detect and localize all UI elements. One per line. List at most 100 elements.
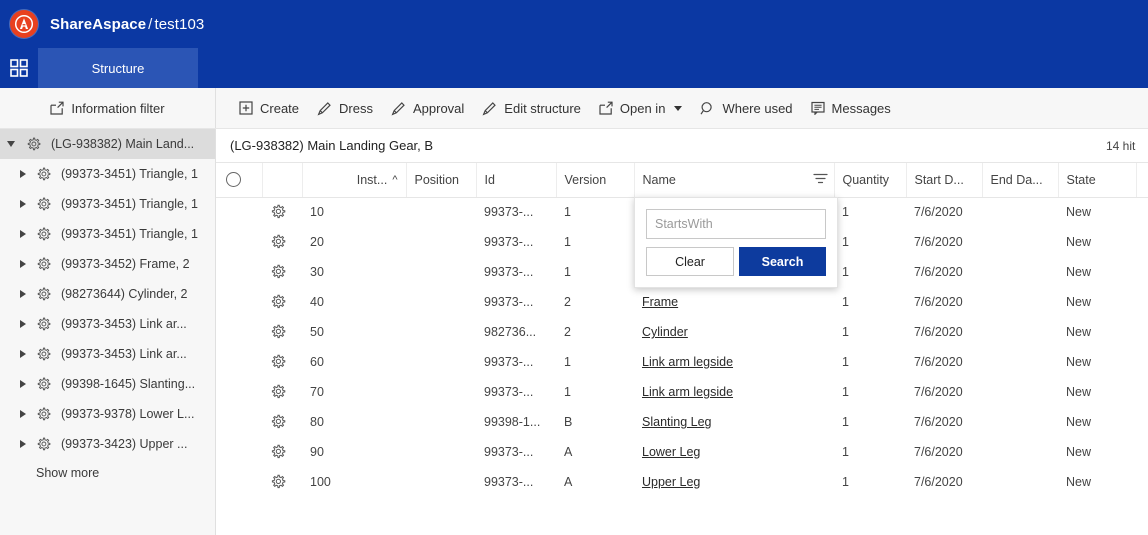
tree-node-item[interactable]: (98273644) Cylinder, 2 (0, 279, 215, 309)
tree-node-item[interactable]: (99373-3451) Triangle, 1 (0, 159, 215, 189)
row-select-cell[interactable] (216, 347, 262, 377)
chevron-right-icon[interactable] (14, 290, 32, 298)
row-gear-cell[interactable] (262, 317, 302, 347)
name-link[interactable]: Cylinder (642, 325, 688, 339)
cell-name[interactable]: Link arm legside (634, 347, 834, 377)
gear-icon[interactable] (270, 414, 294, 430)
row-gear-cell[interactable] (262, 227, 302, 257)
cell-name[interactable]: Slanting Leg (634, 407, 834, 437)
chevron-down-icon[interactable] (0, 141, 22, 147)
row-gear-cell[interactable] (262, 377, 302, 407)
tree-node-root[interactable]: (LG-938382) Main Land... (0, 129, 215, 159)
column-header-name[interactable]: Name (634, 163, 834, 197)
table-row[interactable]: 80 99398-1... B Slanting Leg 1 7/6/2020 … (216, 407, 1148, 437)
row-select-cell[interactable] (216, 317, 262, 347)
name-link[interactable]: Slanting Leg (642, 415, 712, 429)
clear-button[interactable]: Clear (646, 247, 734, 276)
app-grid-icon[interactable] (0, 48, 38, 88)
tree-node-item[interactable]: (99373-3451) Triangle, 1 (0, 189, 215, 219)
select-circle-icon[interactable] (226, 172, 241, 187)
column-header-select[interactable] (216, 163, 262, 197)
cell-name[interactable]: Upper Leg (634, 467, 834, 497)
chevron-right-icon[interactable] (14, 260, 32, 268)
table-row[interactable]: 40 99373-... 2 Frame 1 7/6/2020 New (216, 287, 1148, 317)
row-gear-cell[interactable] (262, 257, 302, 287)
tree-node-item[interactable]: (99373-3452) Frame, 2 (0, 249, 215, 279)
gear-icon[interactable] (270, 384, 294, 400)
column-header-end-date[interactable]: End Da... (982, 163, 1058, 197)
name-link[interactable]: Link arm legside (642, 385, 733, 399)
approval-button[interactable]: Approval (382, 97, 473, 120)
name-link[interactable]: Upper Leg (642, 475, 700, 489)
table-row[interactable]: 90 99373-... A Lower Leg 1 7/6/2020 New (216, 437, 1148, 467)
gear-icon[interactable] (270, 294, 294, 310)
chevron-right-icon[interactable] (14, 200, 32, 208)
column-header-quantity[interactable]: Quantity (834, 163, 906, 197)
column-header-start-date[interactable]: Start D... (906, 163, 982, 197)
column-header-id[interactable]: Id (476, 163, 556, 197)
chevron-right-icon[interactable] (14, 170, 32, 178)
cell-name[interactable]: Cylinder (634, 317, 834, 347)
dress-button[interactable]: Dress (308, 97, 382, 120)
table-row[interactable]: 50 982736... 2 Cylinder 1 7/6/2020 New (216, 317, 1148, 347)
column-header-version[interactable]: Version (556, 163, 634, 197)
create-button[interactable]: Create (230, 97, 308, 120)
dress-label: Dress (339, 101, 373, 116)
cell-name[interactable]: Link arm legside (634, 377, 834, 407)
tree-node-item[interactable]: (99373-3453) Link ar... (0, 309, 215, 339)
tab-structure[interactable]: Structure (38, 48, 198, 88)
edit-structure-button[interactable]: Edit structure (473, 97, 590, 120)
name-link[interactable]: Frame (642, 295, 678, 309)
where-used-button[interactable]: Where used (691, 97, 801, 120)
messages-button[interactable]: Messages (802, 97, 900, 120)
row-select-cell[interactable] (216, 437, 262, 467)
tree-node-item[interactable]: (99373-9378) Lower L... (0, 399, 215, 429)
row-gear-cell[interactable] (262, 467, 302, 497)
row-gear-cell[interactable] (262, 347, 302, 377)
column-header-state[interactable]: State (1058, 163, 1136, 197)
gear-icon[interactable] (270, 264, 294, 280)
tree-node-item[interactable]: (99373-3453) Link ar... (0, 339, 215, 369)
row-select-cell[interactable] (216, 377, 262, 407)
chevron-right-icon[interactable] (14, 320, 32, 328)
filter-icon[interactable] (813, 172, 828, 187)
tree-node-item[interactable]: (99373-3423) Upper ... (0, 429, 215, 459)
row-select-cell[interactable] (216, 287, 262, 317)
open-in-button[interactable]: Open in (590, 97, 692, 120)
name-link[interactable]: Link arm legside (642, 355, 733, 369)
row-select-cell[interactable] (216, 467, 262, 497)
information-filter-button[interactable]: Information filter (41, 97, 173, 120)
gear-icon[interactable] (270, 354, 294, 370)
column-header-position[interactable]: Position (406, 163, 476, 197)
cell-name[interactable]: Lower Leg (634, 437, 834, 467)
filter-search-input[interactable] (646, 209, 826, 239)
gear-icon[interactable] (270, 444, 294, 460)
search-button[interactable]: Search (739, 247, 826, 276)
tree-node-item[interactable]: (99373-3451) Triangle, 1 (0, 219, 215, 249)
gear-icon[interactable] (270, 204, 294, 220)
show-more-button[interactable]: Show more (0, 459, 215, 480)
chevron-right-icon[interactable] (14, 230, 32, 238)
row-gear-cell[interactable] (262, 287, 302, 317)
row-gear-cell[interactable] (262, 437, 302, 467)
gear-icon[interactable] (270, 234, 294, 250)
row-select-cell[interactable] (216, 197, 262, 227)
row-gear-cell[interactable] (262, 407, 302, 437)
cell-name[interactable]: Frame (634, 287, 834, 317)
gear-icon[interactable] (270, 474, 294, 490)
chevron-right-icon[interactable] (14, 410, 32, 418)
column-header-instance[interactable]: Inst...^ (302, 163, 406, 197)
chevron-right-icon[interactable] (14, 380, 32, 388)
chevron-right-icon[interactable] (14, 350, 32, 358)
row-select-cell[interactable] (216, 407, 262, 437)
chevron-right-icon[interactable] (14, 440, 32, 448)
row-select-cell[interactable] (216, 257, 262, 287)
tree-node-item[interactable]: (99398-1645) Slanting... (0, 369, 215, 399)
table-row[interactable]: 100 99373-... A Upper Leg 1 7/6/2020 New (216, 467, 1148, 497)
row-select-cell[interactable] (216, 227, 262, 257)
table-row[interactable]: 60 99373-... 1 Link arm legside 1 7/6/20… (216, 347, 1148, 377)
table-row[interactable]: 70 99373-... 1 Link arm legside 1 7/6/20… (216, 377, 1148, 407)
row-gear-cell[interactable] (262, 197, 302, 227)
name-link[interactable]: Lower Leg (642, 445, 700, 459)
gear-icon[interactable] (270, 324, 294, 340)
